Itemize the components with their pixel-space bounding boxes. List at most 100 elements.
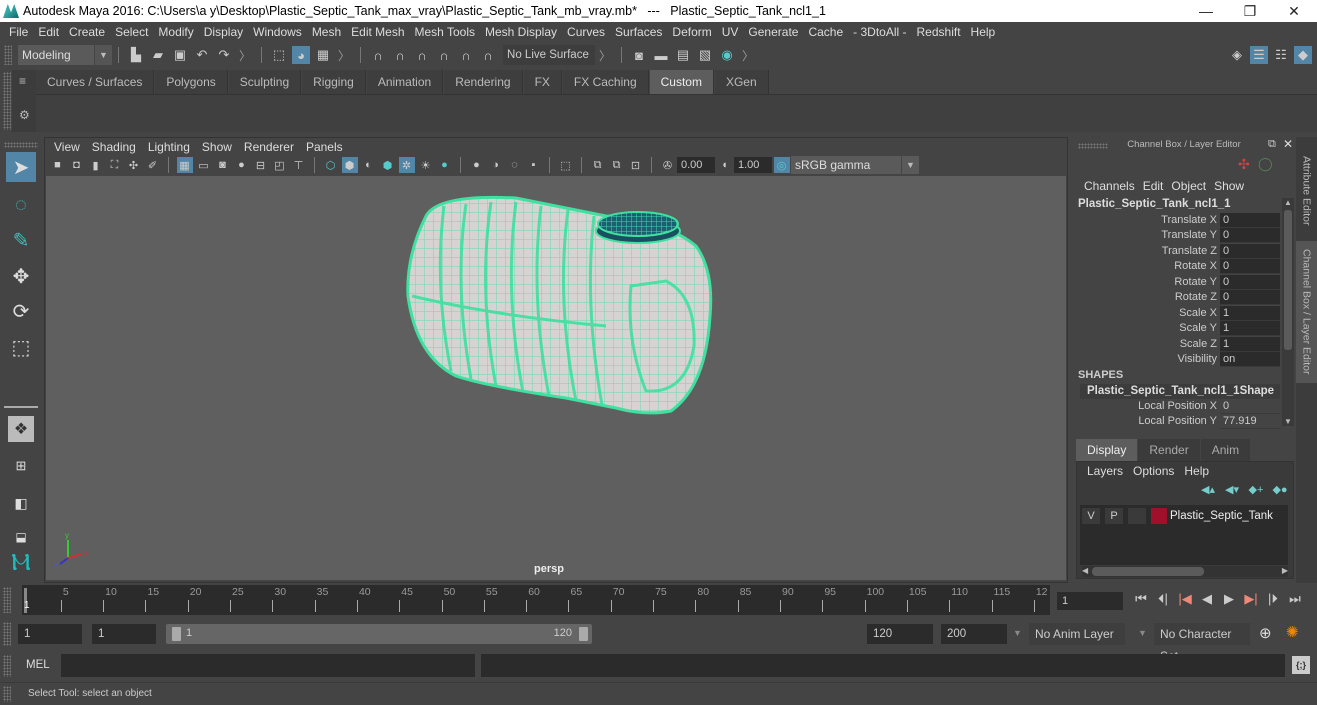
shape-channel-row[interactable]: Local Position Y 77.919 — [1078, 414, 1280, 429]
layer-color-swatch[interactable] — [1151, 508, 1167, 524]
anti-aliasing-icon[interactable]: ◌ — [507, 157, 523, 173]
snap-grid-icon[interactable]: ∩ — [369, 46, 387, 64]
shelf-tab-sculpting[interactable]: Sculpting — [228, 70, 302, 94]
screen-space-ao-icon[interactable]: ● — [469, 157, 485, 173]
animation-preferences-icon[interactable]: ✺ — [1286, 623, 1299, 641]
select-hierarchy-icon[interactable]: ⬚ — [270, 46, 288, 64]
snap-view-plane-icon[interactable]: ∩ — [457, 46, 475, 64]
range-end-handle[interactable] — [579, 627, 588, 641]
make-live-icon[interactable]: ∩ — [479, 46, 497, 64]
scroll-right-icon[interactable]: ▶ — [1282, 566, 1288, 575]
depth-of-field-icon[interactable]: ▪ — [526, 157, 542, 173]
select-object-icon[interactable]: ◕ — [292, 46, 311, 64]
shape-node-name[interactable]: Plastic_Septic_Tank_ncl1_1Shape — [1080, 384, 1280, 399]
view-transform-select[interactable]: sRGB gamma ▼ — [791, 156, 919, 174]
auto-key-icon[interactable]: ⊕ — [1259, 624, 1272, 642]
shelf-tab-animation[interactable]: Animation — [366, 70, 444, 94]
move-tool-icon[interactable]: ✥ — [6, 261, 36, 291]
menu-edit-mesh[interactable]: Edit Mesh — [346, 25, 409, 39]
menu-mesh-tools[interactable]: Mesh Tools — [410, 25, 480, 39]
shelf-tab-fx[interactable]: FX — [523, 70, 562, 94]
live-surface-field[interactable]: No Live Surface — [503, 45, 596, 65]
textured-icon[interactable]: ✲ — [398, 157, 415, 173]
scrollbar-thumb[interactable] — [1092, 567, 1204, 576]
play-forwards-icon[interactable]: ▶ — [1218, 591, 1240, 607]
shelf-tab-custom[interactable]: Custom — [649, 70, 714, 94]
gate-mask-icon[interactable]: ● — [234, 157, 250, 173]
select-tool-icon[interactable]: ➤ — [6, 152, 36, 182]
scroll-down-icon[interactable]: ▼ — [1284, 417, 1292, 426]
scrollbar-thumb[interactable] — [1284, 210, 1292, 350]
resolution-gate-icon[interactable]: ◙ — [215, 157, 231, 173]
menu-surfaces[interactable]: Surfaces — [610, 25, 667, 39]
render-sequence-icon[interactable]: ▬ — [652, 46, 670, 64]
viewport-3d-canvas[interactable]: y x z — [46, 176, 1066, 580]
layer-row[interactable]: V P Plastic_Septic_Tank — [1082, 507, 1273, 525]
channel-row[interactable]: Rotate Z0 — [1078, 290, 1280, 305]
menu-generate[interactable]: Generate — [743, 25, 803, 39]
le-menu-layers[interactable]: Layers — [1082, 464, 1128, 478]
collapse-arrow-icon[interactable]: 〉 — [599, 47, 611, 64]
viewport-menu-panels[interactable]: Panels — [300, 140, 349, 154]
outliner-persp-layout-icon[interactable]: ◧ — [6, 488, 36, 518]
2d-pan-zoom-icon[interactable]: ✣ — [126, 157, 142, 173]
animation-start-field[interactable]: 1 — [18, 624, 82, 644]
channel-value[interactable]: 0 — [1220, 275, 1280, 290]
scale-tool-icon[interactable]: ⬚ — [6, 332, 36, 362]
move-layer-down-icon[interactable]: ◀▾ — [1220, 483, 1244, 496]
cb-menu-channels[interactable]: Channels — [1080, 179, 1139, 193]
grease-pencil-icon[interactable]: ✐ — [145, 157, 161, 173]
collapse-arrow-icon[interactable]: 〉 — [338, 47, 350, 64]
playback-end-field[interactable]: 120 — [867, 624, 933, 644]
cb-menu-edit[interactable]: Edit — [1139, 179, 1168, 193]
exposure-field[interactable]: 0.00 — [677, 157, 715, 173]
paint-select-tool-icon[interactable]: ✎ — [6, 225, 36, 255]
viewport-menu-show[interactable]: Show — [196, 140, 238, 154]
play-backwards-icon[interactable]: ◀ — [1196, 591, 1218, 607]
minimize-button[interactable]: — — [1184, 0, 1228, 22]
viewport-menu-renderer[interactable]: Renderer — [238, 140, 300, 154]
close-button[interactable]: ✕ — [1272, 0, 1316, 22]
rotate-tool-icon[interactable]: ⟳ — [6, 296, 36, 326]
shelf-tab-xgen[interactable]: XGen — [714, 70, 769, 94]
select-camera-icon[interactable]: ■ — [50, 157, 66, 173]
menu-set-select[interactable]: Modeling ▼ — [18, 45, 112, 65]
help-line-grip[interactable] — [3, 686, 11, 702]
menu-deform[interactable]: Deform — [667, 25, 716, 39]
channel-value[interactable]: 0 — [1220, 290, 1280, 305]
septic-tank-mesh[interactable] — [406, 195, 713, 415]
channel-value[interactable]: 1 — [1220, 306, 1280, 321]
film-gate-icon[interactable]: ▭ — [196, 157, 212, 173]
step-forward-frame-icon[interactable]: |⏵ — [1262, 591, 1284, 607]
shelf-tab-rigging[interactable]: Rigging — [302, 70, 366, 94]
channel-row[interactable]: Scale X1 — [1078, 306, 1280, 321]
lasso-tool-icon[interactable]: ◌ — [6, 190, 36, 220]
open-scene-icon[interactable]: ▰ — [149, 46, 167, 64]
layer-tab-display[interactable]: Display — [1076, 439, 1138, 461]
new-layer-empty-icon[interactable]: ◆+ — [1244, 483, 1268, 496]
tab-channel-box-layer-editor[interactable]: Channel Box / Layer Editor — [1296, 241, 1317, 383]
xray-active-components-icon[interactable]: ⧉ — [609, 157, 625, 173]
channel-row[interactable]: Visibility on — [1078, 352, 1280, 367]
render-settings-icon[interactable]: ▧ — [696, 46, 714, 64]
new-layer-selected-icon[interactable]: ◆● — [1268, 483, 1292, 496]
render-frame-icon[interactable]: ◙ — [630, 46, 648, 64]
script-editor-icon[interactable]: {;} — [1292, 656, 1310, 674]
scroll-left-icon[interactable]: ◀ — [1082, 566, 1088, 575]
menu-3dtoall[interactable]: - 3DtoAll - — [848, 25, 911, 39]
timeslider-grip[interactable] — [3, 587, 11, 613]
xray-icon[interactable]: ⧉ — [590, 157, 606, 173]
shelf-menu-icon[interactable]: ≡ — [19, 74, 26, 88]
shelf-tab-curves-surfaces[interactable]: Curves / Surfaces — [36, 70, 155, 94]
channel-row[interactable]: Translate Z0 — [1078, 244, 1280, 259]
wireframe-on-shaded-icon[interactable]: ⬢ — [380, 157, 396, 173]
motion-blur-icon[interactable]: ◑ — [488, 157, 504, 173]
layer-name[interactable]: Plastic_Septic_Tank — [1170, 510, 1273, 522]
shelf-grip[interactable] — [3, 72, 11, 130]
close-panel-icon[interactable]: ✕ — [1283, 137, 1293, 151]
new-scene-icon[interactable]: ▙ — [127, 46, 145, 64]
menu-select[interactable]: Select — [110, 25, 153, 39]
menu-modify[interactable]: Modify — [153, 25, 198, 39]
shadows-icon[interactable]: ● — [437, 157, 453, 173]
modeling-toolkit-icon[interactable]: ◈ — [1228, 46, 1246, 64]
